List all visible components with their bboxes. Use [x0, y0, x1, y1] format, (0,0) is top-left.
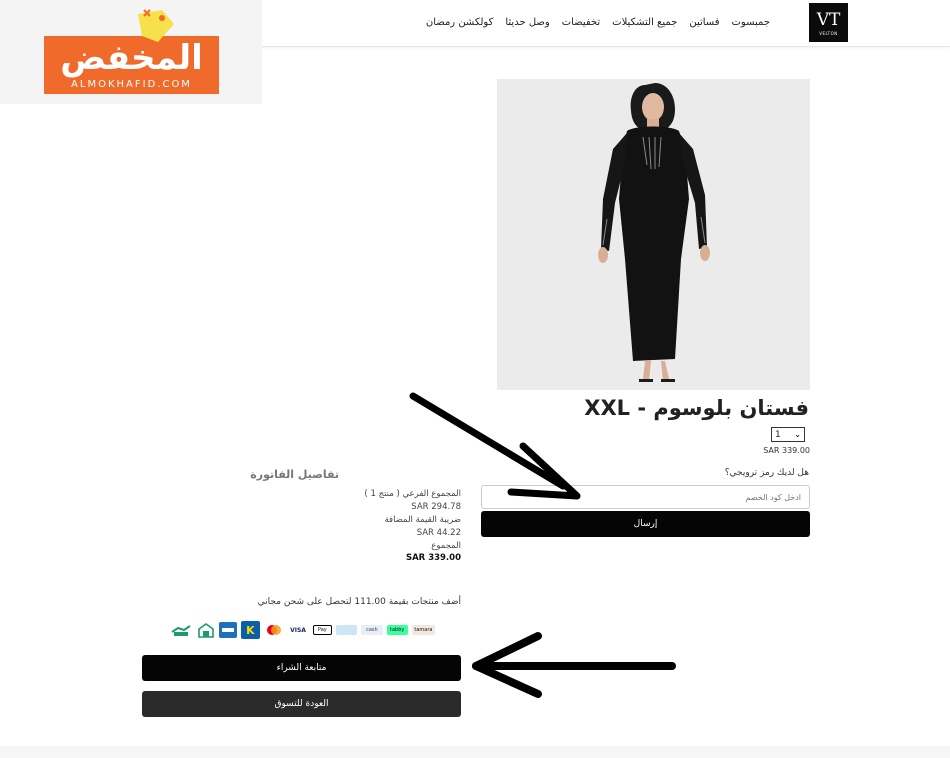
- amex-icon: [219, 622, 237, 638]
- cash-on-delivery-icon: [196, 621, 215, 639]
- price-tag-icon: [138, 9, 174, 42]
- nav-item-dresses[interactable]: فساتين: [689, 17, 719, 28]
- checkout-button[interactable]: متابعة الشراء: [142, 655, 461, 681]
- promo-submit-button[interactable]: إرسال: [481, 511, 810, 537]
- invoice-total-value: SAR 339.00: [405, 553, 461, 563]
- knet-icon: K: [240, 621, 261, 639]
- invoice-vat-label: ضريبة القيمة المضافة: [384, 515, 461, 525]
- mastercard-icon: [264, 625, 283, 635]
- product-price: SAR 339.00: [763, 446, 810, 455]
- brand-name: VELTON: [819, 31, 838, 36]
- invoice-title: تفاصيل الفاتورة: [250, 468, 339, 481]
- invoice-total-label: المجموع: [431, 541, 461, 551]
- quantity-select[interactable]: 1 ⌄: [771, 427, 805, 442]
- free-shipping-message: أضف منتجات بقيمة 111.00 لتحصل على شحن مج…: [257, 597, 461, 607]
- arrow-annotation-icon: [409, 392, 581, 500]
- stc-pay-icon: [336, 625, 358, 635]
- nav-item-jumpsuits[interactable]: جمبسوت: [732, 17, 770, 28]
- promo-code-question: هل لديك رمز ترويجي؟: [724, 468, 809, 478]
- watermark-badge: المخفض ALMOKHAFID.COM: [0, 0, 262, 104]
- footer-strip: [0, 746, 950, 758]
- installments-icon: [170, 621, 192, 639]
- nav-item-sale[interactable]: تخفيضات: [562, 17, 600, 28]
- product-title: فستان بلوسوم - XXL: [584, 396, 809, 420]
- brand-logo[interactable]: VT VELTON: [809, 3, 848, 42]
- main-nav: كولكشن رمضان وصل حديثا تخفيضات جميع التش…: [426, 17, 770, 28]
- product-image: [497, 79, 810, 390]
- arrow-annotation-icon: [472, 632, 676, 698]
- chevron-down-icon: ⌄: [794, 430, 801, 439]
- visa-icon: VISA: [290, 626, 306, 634]
- watermark-latin-text: ALMOKHAFID.COM: [71, 79, 192, 90]
- nav-item-all-collections[interactable]: جميع التشكيلات: [612, 17, 677, 28]
- payment-methods: tamara tabby cash Pay VISA K: [170, 620, 435, 640]
- brand-monogram: VT: [816, 10, 841, 30]
- bank-transfer-icon: cash: [361, 625, 383, 635]
- dress-model-illustration: [497, 79, 810, 390]
- tamara-icon: tamara: [411, 625, 435, 635]
- quantity-value: 1: [775, 429, 781, 440]
- tabby-icon: tabby: [386, 625, 408, 635]
- continue-shopping-button[interactable]: العودة للتسوق: [142, 691, 461, 717]
- nav-item-ramadan-collection[interactable]: كولكشن رمضان: [426, 17, 493, 28]
- invoice-vat-value: SAR 44.22: [416, 528, 461, 538]
- apple-pay-icon: Pay: [312, 625, 333, 635]
- nav-item-new-arrivals[interactable]: وصل حديثا: [505, 17, 549, 28]
